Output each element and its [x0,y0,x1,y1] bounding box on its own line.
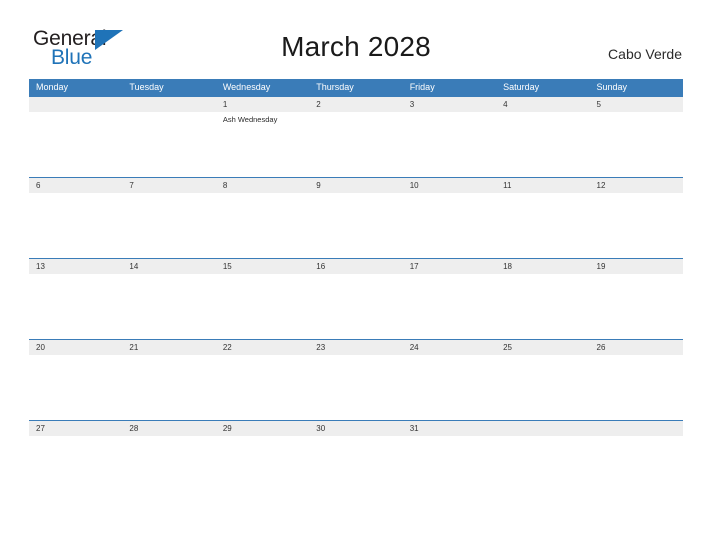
day-event: Ash Wednesday [222,115,278,124]
day-cell[interactable] [309,274,402,339]
day-number[interactable]: 24 [403,340,496,355]
day-number[interactable]: 3 [403,97,496,112]
week-date-strip: 12345 [29,96,683,112]
calendar-week-row: 20 21 22 23 24 25 26 [29,339,683,420]
day-cell[interactable] [122,436,215,501]
day-cell[interactable] [29,355,122,420]
day-cell[interactable] [496,355,589,420]
day-number[interactable]: 14 [122,259,215,274]
day-number[interactable]: 12 [590,178,683,193]
day-number[interactable]: 10 [403,178,496,193]
day-number [29,97,122,112]
day-number[interactable]: 27 [29,421,122,436]
day-number[interactable]: 26 [590,340,683,355]
day-number[interactable]: 30 [309,421,402,436]
day-cell[interactable] [122,193,215,258]
day-cell[interactable] [403,274,496,339]
week-date-strip: 6 7 8 9 10 11 12 [29,177,683,193]
day-cell[interactable] [403,355,496,420]
day-cell[interactable] [309,436,402,501]
day-cell[interactable] [29,436,122,501]
page-header: General Blue March 2028 Cabo Verde [0,0,712,78]
day-cell[interactable] [403,193,496,258]
day-number[interactable]: 1 [216,97,309,112]
day-number[interactable]: 17 [403,259,496,274]
day-number[interactable]: 7 [122,178,215,193]
day-cell[interactable] [309,193,402,258]
day-cell[interactable] [309,112,402,177]
day-number[interactable]: 31 [403,421,496,436]
weekday-header-thursday: Thursday [316,82,354,92]
weekday-header-row: Monday Tuesday Wednesday Thursday Friday Satu… [29,79,683,96]
page-title: March 2028 [281,31,431,62]
week-event-strip [29,355,683,420]
day-cell[interactable] [216,355,309,420]
day-number[interactable]: 28 [122,421,215,436]
day-cell [496,436,589,501]
day-number[interactable]: 15 [216,259,309,274]
weekday-header-wednesday: Wednesday [222,82,271,92]
day-cell[interactable] [29,193,122,258]
week-date-strip: 13 14 15 16 17 18 19 [29,258,683,274]
day-cell [29,112,122,177]
day-number[interactable]: 9 [309,178,402,193]
day-cell[interactable] [122,274,215,339]
calendar-week-row: 27 28 29 30 31 [29,420,683,501]
day-number[interactable]: 20 [29,340,122,355]
day-cell [590,436,683,501]
week-date-strip: 27 28 29 30 31 [29,420,683,436]
day-number[interactable]: 5 [590,97,683,112]
day-number[interactable]: 4 [496,97,589,112]
day-cell[interactable] [496,274,589,339]
week-event-strip [29,436,683,501]
week-event-strip: Ash Wednesday [29,112,683,177]
day-number [496,421,589,436]
day-cell[interactable] [496,112,589,177]
day-number[interactable]: 13 [29,259,122,274]
day-cell[interactable] [403,436,496,501]
day-number[interactable]: 8 [216,178,309,193]
week-event-strip [29,274,683,339]
day-cell[interactable] [216,193,309,258]
calendar-weeks: 1 2 3 4 5 Ash Wednesday 6 7 8 9 10 11 12 13 14 15 16 17 18… [29,96,683,501]
week-date-strip: 20 21 22 23 24 25 26 [29,339,683,355]
day-number[interactable]: 11 [496,178,589,193]
weekday-header-saturday: Saturday [503,82,540,92]
day-number[interactable]: 6 [29,178,122,193]
day-number [122,97,215,112]
calendar-week-row: 6 7 8 9 10 11 12 [29,177,683,258]
day-cell[interactable] [403,112,496,177]
calendar-grid: Monday Tuesday Wednesday Thursday Friday Satu… [29,79,683,501]
day-cell[interactable]: Ash Wednesday [216,112,309,177]
day-number[interactable]: 25 [496,340,589,355]
weekday-header-monday: Monday [36,82,69,92]
day-number[interactable]: 23 [309,340,402,355]
day-number[interactable]: 21 [122,340,215,355]
weekday-header-friday: Friday [409,82,435,92]
day-cell[interactable] [216,274,309,339]
day-number[interactable]: 19 [590,259,683,274]
day-cell[interactable] [590,112,683,177]
day-cell[interactable] [309,355,402,420]
day-number[interactable]: 22 [216,340,309,355]
day-number[interactable]: 2 [309,97,402,112]
day-number[interactable]: 16 [309,259,402,274]
weekday-header-tuesday: Tuesday [129,82,164,92]
day-number [590,421,683,436]
day-cell[interactable] [590,193,683,258]
day-cell[interactable] [590,355,683,420]
location-label: Cabo Verde [608,46,682,62]
calendar-week-row: 13 14 15 16 17 18 19 [29,258,683,339]
calendar-week-row: 1 2 3 4 5 Ash Wednesday [29,96,683,177]
weekday-header-sunday: Sunday [596,82,628,92]
day-cell[interactable] [496,193,589,258]
day-cell [122,112,215,177]
day-number[interactable]: 18 [496,259,589,274]
day-cell[interactable] [216,436,309,501]
week-event-strip [29,193,683,258]
day-cell[interactable] [29,274,122,339]
day-number[interactable]: 29 [216,421,309,436]
day-cell[interactable] [122,355,215,420]
day-cell[interactable] [590,274,683,339]
